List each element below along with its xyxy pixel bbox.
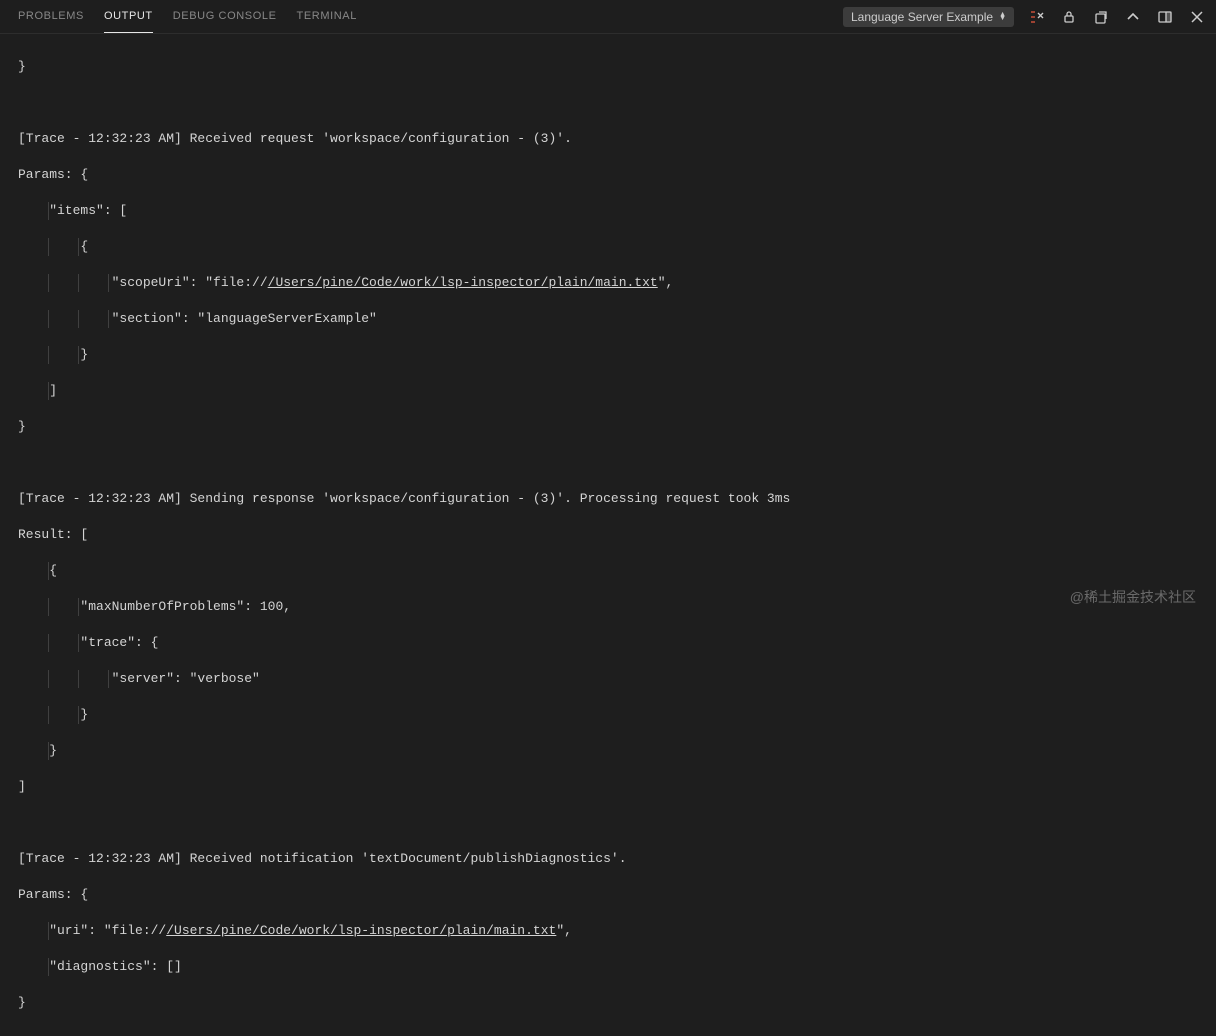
output-line: [Trace - 12:32:23 AM] Received notificat…: [18, 850, 1198, 868]
output-line: Params: {: [18, 886, 1198, 904]
clear-output-icon[interactable]: [1028, 8, 1046, 26]
panel-tabs: PROBLEMS OUTPUT DEBUG CONSOLE TERMINAL: [18, 0, 357, 33]
file-uri-link[interactable]: /Users/pine/Code/work/lsp-inspector/plai…: [268, 275, 658, 290]
output-line: "uri": "file:///Users/pine/Code/work/lsp…: [18, 922, 1198, 940]
output-line: }: [18, 58, 1198, 76]
output-line: [Trace - 12:32:23 AM] Sending response '…: [18, 490, 1198, 508]
output-line: "diagnostics": []: [18, 958, 1198, 976]
output-line: }: [18, 418, 1198, 436]
file-uri-link[interactable]: /Users/pine/Code/work/lsp-inspector/plai…: [166, 923, 556, 938]
toggle-panel-layout-icon[interactable]: [1156, 8, 1174, 26]
dropdown-arrows-icon: ▲▼: [999, 13, 1006, 21]
output-line: "section": "languageServerExample": [18, 310, 1198, 328]
output-line: "server": "verbose": [18, 670, 1198, 688]
output-line: }: [18, 706, 1198, 724]
panel-header-actions: Language Server Example ▲▼: [843, 7, 1206, 27]
output-line: }: [18, 742, 1198, 760]
output-line: "items": [: [18, 202, 1198, 220]
output-line: [Trace - 12:32:23 AM] Received request '…: [18, 130, 1198, 148]
output-line: }: [18, 346, 1198, 364]
watermark: @稀土掘金技术社区: [1070, 587, 1196, 607]
output-line: ]: [18, 382, 1198, 400]
output-line: {: [18, 238, 1198, 256]
output-line: Params: {: [18, 166, 1198, 184]
dropdown-label: Language Server Example: [851, 10, 993, 24]
output-content[interactable]: } [Trace - 12:32:23 AM] Received request…: [0, 34, 1216, 1036]
output-line: ]: [18, 778, 1198, 796]
output-channel-dropdown[interactable]: Language Server Example ▲▼: [843, 7, 1014, 27]
collapse-icon[interactable]: [1124, 8, 1142, 26]
output-line: "maxNumberOfProblems": 100,: [18, 598, 1198, 616]
panel-header: PROBLEMS OUTPUT DEBUG CONSOLE TERMINAL L…: [0, 0, 1216, 34]
close-panel-icon[interactable]: [1188, 8, 1206, 26]
tab-terminal[interactable]: TERMINAL: [297, 0, 357, 33]
output-line: "trace": {: [18, 634, 1198, 652]
tab-problems[interactable]: PROBLEMS: [18, 0, 84, 33]
output-line: {: [18, 562, 1198, 580]
output-line: }: [18, 994, 1198, 1012]
output-line: Result: [: [18, 526, 1198, 544]
output-line: "scopeUri": "file:///Users/pine/Code/wor…: [18, 274, 1198, 292]
lock-scroll-icon[interactable]: [1060, 8, 1078, 26]
tab-output[interactable]: OUTPUT: [104, 0, 153, 33]
tab-debug-console[interactable]: DEBUG CONSOLE: [173, 0, 277, 33]
open-log-icon[interactable]: [1092, 8, 1110, 26]
